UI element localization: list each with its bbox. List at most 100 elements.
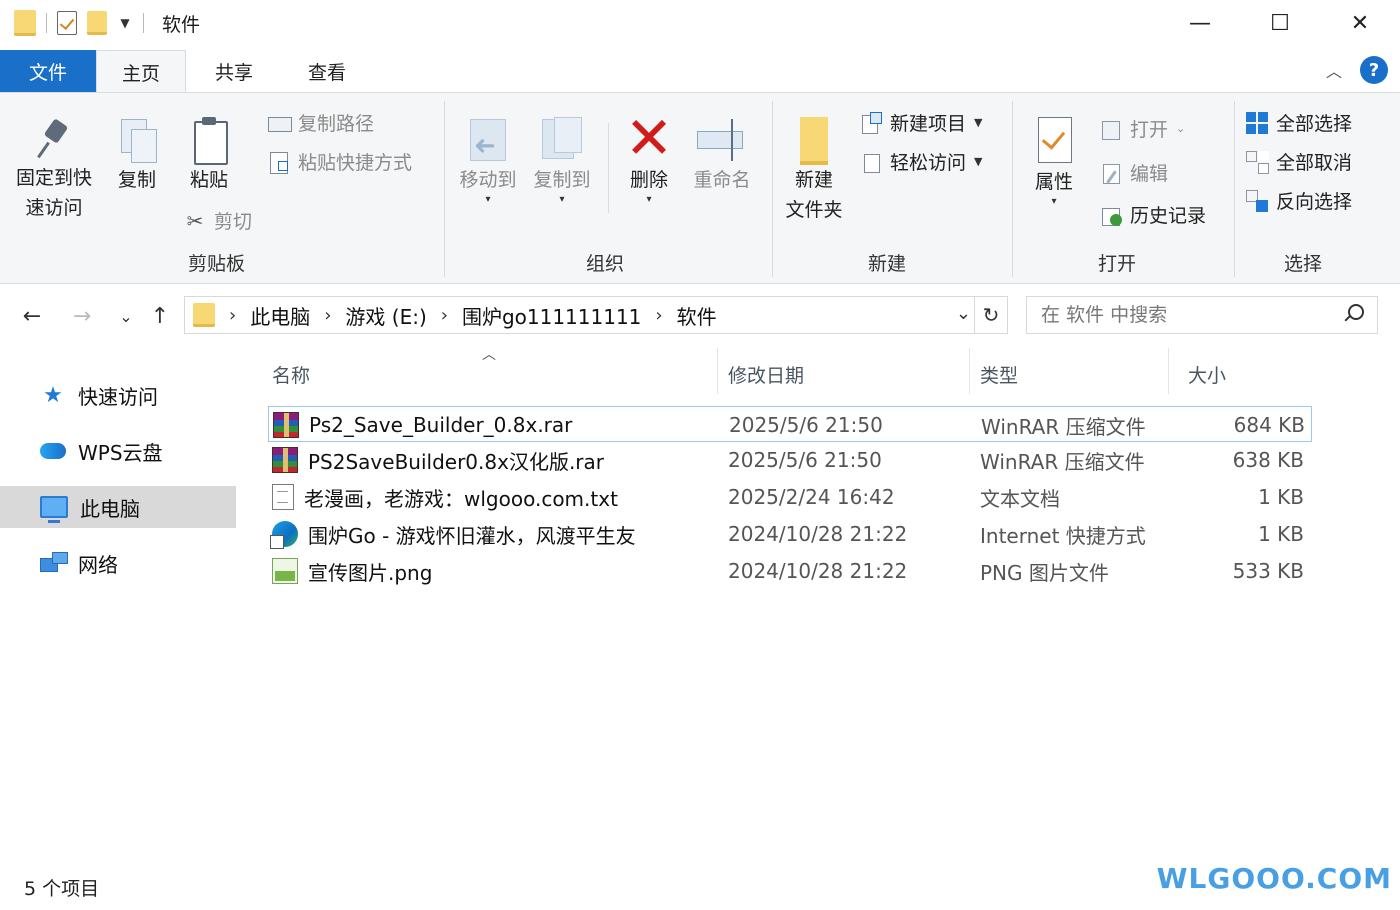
sidebar-item-label: WPS云盘: [78, 440, 163, 465]
column-divider[interactable]: [1168, 348, 1169, 394]
recent-locations-chevron-icon[interactable]: ⌄: [110, 300, 142, 332]
scissors-icon: ✂: [186, 208, 204, 233]
chevron-down-icon: ▾: [646, 194, 652, 205]
column-header-type[interactable]: 类型: [980, 354, 1160, 394]
up-arrow-icon[interactable]: ↑: [144, 300, 176, 332]
network-icon: [40, 552, 68, 574]
properties-button[interactable]: 属性 ▾: [1026, 115, 1082, 207]
copy-button[interactable]: 复制: [110, 115, 164, 195]
search-input[interactable]: [1027, 298, 1327, 332]
file-size: 638 KB: [1232, 448, 1304, 472]
pin-to-quick-access-button[interactable]: 固定到快 速访问: [10, 115, 98, 223]
address-history-dropdown-icon[interactable]: ⌄: [956, 303, 971, 324]
table-row[interactable]: 老漫画，老游戏：wlgooo.com.txt 2025/2/24 16:42 文…: [268, 479, 1312, 515]
search-icon[interactable]: [1343, 304, 1364, 324]
file-name: PS2SaveBuilder0.8x汉化版.rar: [308, 449, 605, 474]
file-size: 1 KB: [1258, 522, 1304, 546]
rename-button[interactable]: 重命名: [688, 115, 756, 195]
open-button[interactable]: 打开 ⌄: [1100, 115, 1185, 142]
delete-icon: ✕: [624, 104, 674, 172]
column-header-name[interactable]: 名称: [272, 354, 712, 394]
column-header-modified[interactable]: 修改日期: [728, 354, 968, 394]
customize-toolbar-dropdown-icon[interactable]: ▼: [117, 16, 133, 30]
file-name: 围炉Go - 游戏怀旧灌水，风渡平生友: [308, 523, 636, 548]
png-image-icon: [272, 558, 298, 584]
chevron-right-icon[interactable]: ›: [655, 305, 662, 326]
help-icon[interactable]: ?: [1360, 56, 1388, 84]
paste-shortcut-button[interactable]: 粘贴快捷方式: [268, 148, 412, 175]
tab-view[interactable]: 查看: [282, 50, 372, 92]
rar-icon: [272, 447, 298, 473]
refresh-icon[interactable]: ↻: [974, 296, 1008, 334]
column-header-size[interactable]: 大小: [1188, 354, 1308, 394]
copy-path-icon: [268, 112, 292, 134]
cloud-icon: [40, 443, 66, 459]
new-folder-icon: [794, 111, 834, 165]
chevron-right-icon[interactable]: ›: [229, 305, 236, 326]
forward-arrow-icon[interactable]: →: [66, 300, 98, 332]
tab-home[interactable]: 主页: [96, 50, 186, 94]
chevron-right-icon[interactable]: ›: [441, 305, 448, 326]
new-folder-quick-icon[interactable]: [87, 11, 107, 35]
file-list: ︿ 名称 修改日期 类型 大小 Ps2_Save_Builder_0.8x.ra…: [262, 344, 1322, 844]
chevron-right-icon[interactable]: ›: [324, 305, 331, 326]
group-divider: [772, 101, 773, 277]
properties-icon: [1034, 115, 1074, 167]
column-divider[interactable]: [969, 348, 970, 394]
star-icon: ★: [43, 382, 63, 408]
invert-selection-button[interactable]: 反向选择: [1246, 187, 1352, 214]
breadcrumb-item[interactable]: 软件: [677, 301, 717, 330]
paste-button[interactable]: 粘贴: [182, 115, 236, 195]
close-button[interactable]: ✕: [1320, 0, 1400, 46]
properties-quick-icon[interactable]: [57, 11, 77, 35]
collapse-ribbon-icon[interactable]: ︿: [1326, 58, 1342, 82]
edit-button[interactable]: 编辑: [1100, 159, 1168, 186]
select-all-button[interactable]: 全部选择: [1246, 109, 1352, 136]
select-all-icon: [1246, 111, 1268, 134]
table-row[interactable]: PS2SaveBuilder0.8x汉化版.rar 2025/5/6 21:50…: [268, 442, 1312, 478]
history-button[interactable]: 历史记录: [1100, 201, 1206, 228]
file-type: Internet 快捷方式: [980, 523, 1146, 548]
cut-button[interactable]: ✂ 剪切: [184, 207, 252, 234]
search-box[interactable]: [1026, 296, 1378, 334]
chevron-down-icon: ⌄: [1176, 122, 1186, 135]
copy-to-button[interactable]: 复制到 ▾: [528, 115, 596, 205]
sidebar-item-network[interactable]: 网络: [0, 542, 236, 584]
sidebar-item-this-pc[interactable]: 此电脑: [0, 486, 236, 528]
folder-icon: [14, 10, 36, 36]
minimize-button[interactable]: —: [1160, 0, 1240, 46]
group-divider: [444, 101, 445, 277]
column-divider[interactable]: [717, 348, 718, 394]
table-row[interactable]: 宣传图片.png 2024/10/28 21:22 PNG 图片文件 533 K…: [268, 553, 1312, 589]
breadcrumb-item[interactable]: 此电脑: [250, 301, 310, 330]
breadcrumb-item[interactable]: 围炉go111111111: [462, 301, 641, 330]
sidebar-item-wps-cloud[interactable]: WPS云盘: [0, 430, 236, 472]
move-to-button[interactable]: 移动到 ▾: [454, 115, 522, 205]
tab-file[interactable]: 文件: [0, 50, 96, 92]
ribbon: 固定到快 速访问 复制 粘贴 复制路径 粘贴快捷方式 ✂ 剪切 剪贴板 移动到 …: [0, 92, 1400, 284]
easy-access-button[interactable]: 轻松访问 ▼: [860, 148, 982, 175]
copy-path-button[interactable]: 复制路径: [268, 109, 374, 136]
move-to-icon: [464, 115, 512, 165]
maximize-button[interactable]: ☐: [1240, 0, 1320, 46]
delete-button[interactable]: ✕ 删除 ▾: [620, 104, 678, 205]
select-none-button[interactable]: 全部取消: [1246, 148, 1352, 175]
back-arrow-icon[interactable]: ←: [16, 300, 48, 332]
table-row[interactable]: Ps2_Save_Builder_0.8x.rar 2025/5/6 21:50…: [268, 406, 1312, 442]
new-item-button[interactable]: 新建项目 ▼: [860, 109, 982, 136]
select-none-icon: [1246, 150, 1269, 174]
easy-access-icon: [860, 151, 882, 173]
internet-shortcut-icon: [270, 521, 298, 549]
sidebar-item-label: 快速访问: [78, 384, 158, 409]
text-file-icon: [272, 484, 294, 510]
breadcrumb-item[interactable]: 游戏 (E:): [345, 301, 426, 330]
sidebar-item-quick-access[interactable]: ★ 快速访问: [0, 374, 236, 416]
address-bar[interactable]: › 此电脑 › 游戏 (E:) › 围炉go111111111 › 软件 ⌄: [184, 296, 978, 334]
group-label-new: 新建: [868, 253, 907, 275]
new-folder-button[interactable]: 新建 文件夹: [780, 111, 848, 225]
table-row[interactable]: 围炉Go - 游戏怀旧灌水，风渡平生友 2024/10/28 21:22 Int…: [268, 516, 1312, 552]
file-name: 老漫画，老游戏：wlgooo.com.txt: [304, 486, 618, 511]
tab-share[interactable]: 共享: [186, 50, 282, 92]
sidebar-item-label: 此电脑: [80, 496, 140, 521]
group-divider: [608, 123, 609, 213]
